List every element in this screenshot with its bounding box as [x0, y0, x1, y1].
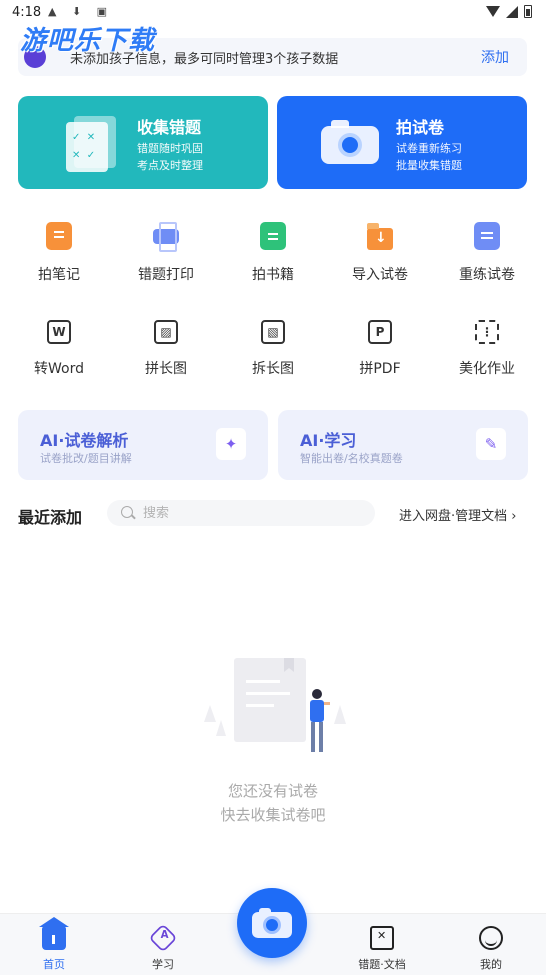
printer-icon	[153, 222, 179, 252]
collect-mistakes-line1: 错题随时巩固	[137, 142, 203, 155]
notebook-icon	[46, 222, 72, 250]
tool-import-paper[interactable]: 导入试卷	[335, 222, 425, 284]
book-icon	[260, 222, 286, 250]
tool-label: 导入试卷	[352, 267, 408, 283]
nav-me-label: 我的	[480, 958, 502, 971]
collect-mistakes-title: 收集错题	[137, 118, 202, 137]
tool-photo-book[interactable]: 拍书籍	[228, 222, 318, 284]
empty-state-line2: 快去收集试卷吧	[220, 806, 326, 824]
empty-illustration	[204, 658, 346, 752]
battery-icon	[524, 5, 532, 18]
collect-mistakes-line2: 考点及时整理	[137, 159, 203, 172]
watermark-logo: 游吧乐下载	[20, 26, 156, 56]
mistake-sheet-icon	[66, 116, 116, 172]
folder-import-icon	[367, 223, 393, 250]
pen-icon: ✎	[476, 428, 506, 460]
camera-icon	[321, 120, 379, 164]
profile-icon	[479, 926, 503, 950]
nav-me[interactable]: 我的	[451, 914, 531, 972]
tool-retry-paper[interactable]: 重练试卷	[442, 222, 532, 284]
photo-paper-line1: 试卷重新练习	[396, 142, 462, 155]
notification-icons: ▲ ⬇ ▣	[48, 5, 114, 18]
ai-sparkle-icon: ✦	[216, 428, 246, 460]
tool-label: 拍书籍	[252, 267, 294, 283]
chevron-right-icon: ›	[511, 509, 517, 524]
empty-state-line1: 您还没有试卷	[227, 782, 318, 800]
search-bar[interactable]	[107, 500, 375, 526]
tool-take-notes[interactable]: 拍笔记	[14, 222, 104, 284]
photo-paper-card[interactable]: 拍试卷 试卷重新练习 批量收集错题	[277, 96, 527, 189]
tool-beautify-homework[interactable]: ⋮ 美化作业	[442, 318, 532, 378]
search-input[interactable]	[143, 504, 363, 522]
nav-mistakes-docs[interactable]: 错题·文档	[342, 914, 422, 972]
collect-mistakes-card[interactable]: 收集错题 错题随时巩固 考点及时整理	[18, 96, 268, 189]
tool-label: 重练试卷	[459, 267, 515, 283]
beautify-icon: ⋮	[475, 320, 499, 344]
image-split-icon: ▧	[261, 320, 285, 344]
ai-study-card[interactable]: AI·学习 智能出卷/名校真题卷 ✎	[278, 410, 528, 480]
ai-analysis-title: AI·试卷解析	[40, 431, 129, 450]
tool-label: 拼PDF	[359, 361, 401, 377]
wifi-icon	[486, 5, 500, 18]
photo-paper-title: 拍试卷	[396, 118, 445, 137]
nav-home-label: 首页	[43, 958, 65, 971]
tool-label: 错题打印	[138, 267, 194, 283]
status-time: 4:18	[12, 5, 42, 20]
tool-label: 美化作业	[459, 361, 515, 377]
signal-icon	[506, 5, 518, 18]
tool-print-mistakes[interactable]: 错题打印	[121, 222, 211, 284]
recent-title: 最近添加	[18, 508, 83, 527]
tool-label: 转Word	[34, 361, 84, 377]
camera-fab-button[interactable]	[237, 888, 307, 958]
tool-to-word[interactable]: W 转Word	[14, 318, 104, 378]
nav-learn[interactable]: 学习	[123, 914, 203, 972]
tool-merge-pdf[interactable]: P 拼PDF	[335, 318, 425, 378]
netdisk-label: 进入网盘·管理文档	[399, 509, 508, 524]
home-icon	[39, 917, 69, 950]
learn-icon	[148, 923, 178, 953]
ai-study-title: AI·学习	[300, 431, 357, 450]
tool-label: 拼长图	[145, 361, 187, 377]
camera-icon	[252, 908, 292, 938]
pdf-icon: P	[368, 320, 392, 344]
paper-retry-icon	[474, 222, 500, 250]
tool-label: 拍笔记	[38, 267, 80, 283]
status-icons	[486, 5, 532, 18]
ai-analysis-subtitle: 试卷批改/题目讲解	[40, 452, 132, 465]
nav-learn-label: 学习	[152, 958, 174, 971]
netdisk-link[interactable]: 进入网盘·管理文档 ›	[399, 505, 516, 524]
photo-paper-line2: 批量收集错题	[396, 159, 462, 172]
image-stitch-icon: ▨	[154, 320, 178, 344]
word-icon: W	[47, 320, 71, 344]
nav-mistakes-label: 错题·文档	[358, 958, 406, 971]
tool-label: 拆长图	[252, 361, 294, 377]
ai-study-subtitle: 智能出卷/名校真题卷	[300, 452, 403, 465]
search-icon	[121, 506, 133, 518]
nav-home[interactable]: 首页	[14, 914, 94, 972]
add-child-button[interactable]: 添加	[481, 47, 509, 67]
ai-paper-analysis-card[interactable]: AI·试卷解析 试卷批改/题目讲解 ✦	[18, 410, 268, 480]
tool-stitch-image[interactable]: ▨ 拼长图	[121, 318, 211, 378]
mistake-book-icon	[370, 926, 394, 950]
tool-split-image[interactable]: ▧ 拆长图	[228, 318, 318, 378]
